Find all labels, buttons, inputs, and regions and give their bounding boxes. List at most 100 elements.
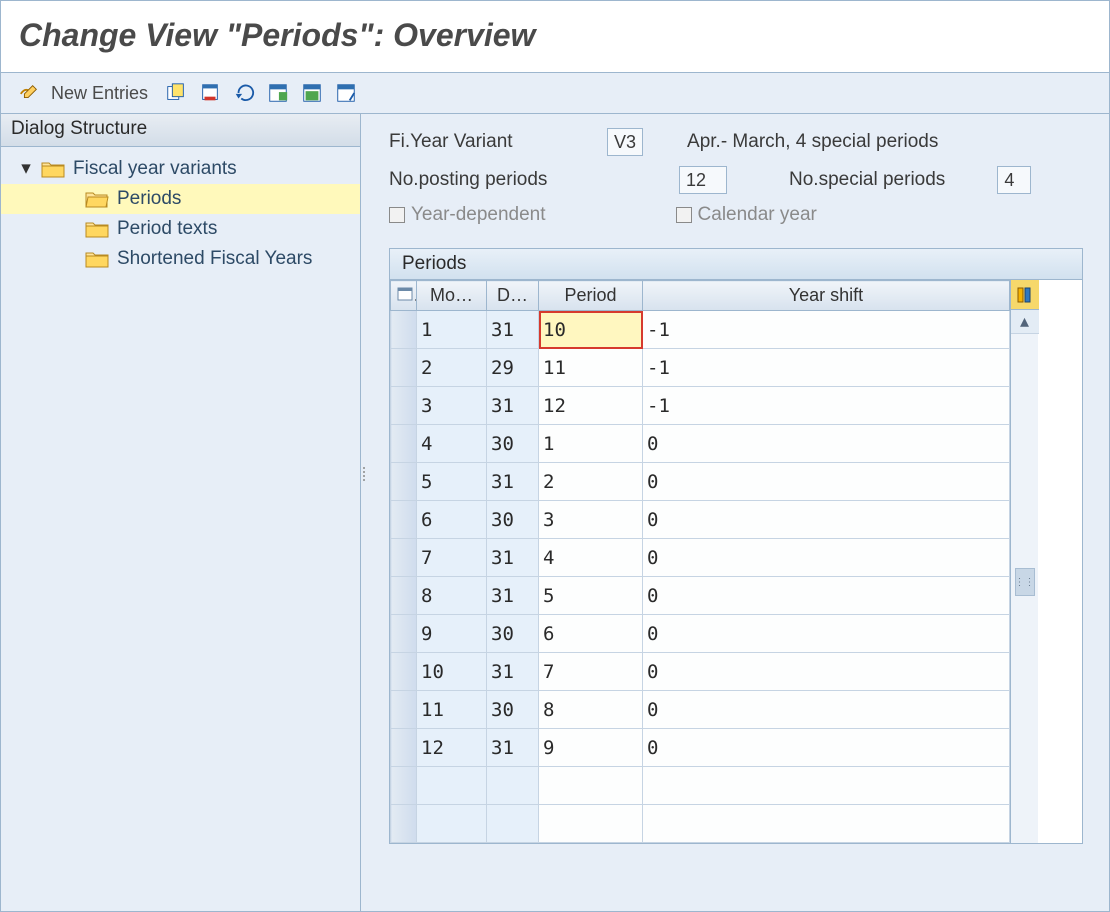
row-selector-header[interactable]: [391, 281, 417, 311]
table-cell[interactable]: 6: [417, 501, 487, 539]
table-cell[interactable]: 31: [487, 729, 539, 767]
table-cell[interactable]: 0: [643, 577, 1010, 615]
row-selector[interactable]: [391, 653, 417, 691]
table-cell[interactable]: 0: [643, 463, 1010, 501]
row-selector[interactable]: [391, 691, 417, 729]
table-cell[interactable]: 8: [539, 691, 643, 729]
table-cell[interactable]: 30: [487, 691, 539, 729]
col-period[interactable]: Period: [539, 281, 643, 311]
row-selector[interactable]: [391, 805, 417, 843]
copy-as-icon[interactable]: [162, 79, 190, 107]
table-row[interactable]: 33112-1: [391, 387, 1010, 425]
row-selector[interactable]: [391, 577, 417, 615]
table-cell[interactable]: 7: [417, 539, 487, 577]
table-cell[interactable]: [417, 805, 487, 843]
table-cell[interactable]: 1: [539, 425, 643, 463]
table-cell[interactable]: 1: [417, 311, 487, 349]
table-cell[interactable]: 0: [643, 425, 1010, 463]
table-cell[interactable]: 31: [487, 463, 539, 501]
table-cell[interactable]: 9: [417, 615, 487, 653]
table-cell[interactable]: 5: [539, 577, 643, 615]
table-row[interactable]: 22911-1: [391, 349, 1010, 387]
table-cell[interactable]: 8: [417, 577, 487, 615]
table-cell[interactable]: 10: [539, 311, 643, 349]
table-cell[interactable]: 3: [417, 387, 487, 425]
table-cell[interactable]: 0: [643, 729, 1010, 767]
table-row[interactable]: 103170: [391, 653, 1010, 691]
table-cell[interactable]: 3: [539, 501, 643, 539]
table-cell[interactable]: 5: [417, 463, 487, 501]
row-selector[interactable]: [391, 349, 417, 387]
grid-config-icon[interactable]: [1011, 280, 1039, 310]
select-all-icon[interactable]: [264, 79, 292, 107]
table-cell[interactable]: -1: [643, 349, 1010, 387]
new-entries-button[interactable]: New Entries: [49, 81, 156, 106]
table-cell[interactable]: 31: [487, 653, 539, 691]
table-cell[interactable]: [539, 805, 643, 843]
table-cell[interactable]: 31: [487, 311, 539, 349]
table-row[interactable]: 113080: [391, 691, 1010, 729]
table-cell[interactable]: 2: [539, 463, 643, 501]
row-selector[interactable]: [391, 425, 417, 463]
table-cell[interactable]: 0: [643, 501, 1010, 539]
expand-icon[interactable]: ▾: [19, 157, 33, 180]
table-cell[interactable]: 10: [417, 653, 487, 691]
table-cell[interactable]: 31: [487, 539, 539, 577]
table-row[interactable]: [391, 767, 1010, 805]
table-row[interactable]: 83150: [391, 577, 1010, 615]
row-selector[interactable]: [391, 501, 417, 539]
delete-icon[interactable]: [196, 79, 224, 107]
table-cell[interactable]: 30: [487, 501, 539, 539]
table-cell[interactable]: 11: [417, 691, 487, 729]
col-day[interactable]: D…: [487, 281, 539, 311]
table-cell[interactable]: [643, 805, 1010, 843]
special-periods-value[interactable]: 4: [997, 166, 1031, 194]
row-selector[interactable]: [391, 615, 417, 653]
select-block-icon[interactable]: [298, 79, 326, 107]
table-row[interactable]: 93060: [391, 615, 1010, 653]
table-row[interactable]: 13110-1: [391, 311, 1010, 349]
tree-item[interactable]: ▾Fiscal year variants: [1, 153, 360, 184]
table-row[interactable]: [391, 805, 1010, 843]
table-cell[interactable]: [487, 805, 539, 843]
tree-item[interactable]: Periods: [1, 184, 360, 214]
table-row[interactable]: 43010: [391, 425, 1010, 463]
table-row[interactable]: 63030: [391, 501, 1010, 539]
undo-icon[interactable]: [230, 79, 258, 107]
grid-table[interactable]: Mo… D… Period Year shift 13110-122911-13…: [390, 280, 1010, 843]
table-cell[interactable]: 12: [539, 387, 643, 425]
year-dependent-checkbox[interactable]: Year-dependent: [389, 204, 564, 226]
deselect-all-icon[interactable]: [332, 79, 360, 107]
table-cell[interactable]: [487, 767, 539, 805]
row-selector[interactable]: [391, 311, 417, 349]
table-cell[interactable]: [417, 767, 487, 805]
table-cell[interactable]: 31: [487, 577, 539, 615]
table-cell[interactable]: 2: [417, 349, 487, 387]
row-selector[interactable]: [391, 729, 417, 767]
table-cell[interactable]: -1: [643, 387, 1010, 425]
row-selector[interactable]: [391, 539, 417, 577]
tree-item[interactable]: Period texts: [1, 214, 360, 244]
table-cell[interactable]: 6: [539, 615, 643, 653]
scroll-up-icon[interactable]: ▴: [1011, 310, 1039, 334]
table-row[interactable]: 123190: [391, 729, 1010, 767]
scrollbar-thumb[interactable]: ⋮⋮: [1015, 568, 1035, 596]
table-cell[interactable]: 0: [643, 615, 1010, 653]
table-row[interactable]: 53120: [391, 463, 1010, 501]
table-cell[interactable]: 0: [643, 653, 1010, 691]
table-cell[interactable]: [539, 767, 643, 805]
posting-periods-value[interactable]: 12: [679, 166, 727, 194]
calendar-year-checkbox[interactable]: Calendar year: [676, 204, 835, 226]
table-cell[interactable]: 30: [487, 615, 539, 653]
table-cell[interactable]: 0: [643, 691, 1010, 729]
table-cell[interactable]: -1: [643, 311, 1010, 349]
table-cell[interactable]: 7: [539, 653, 643, 691]
row-selector[interactable]: [391, 387, 417, 425]
table-cell[interactable]: 31: [487, 387, 539, 425]
table-cell[interactable]: 30: [487, 425, 539, 463]
table-cell[interactable]: 11: [539, 349, 643, 387]
table-row[interactable]: 73140: [391, 539, 1010, 577]
table-cell[interactable]: 12: [417, 729, 487, 767]
row-selector[interactable]: [391, 463, 417, 501]
table-cell[interactable]: 29: [487, 349, 539, 387]
